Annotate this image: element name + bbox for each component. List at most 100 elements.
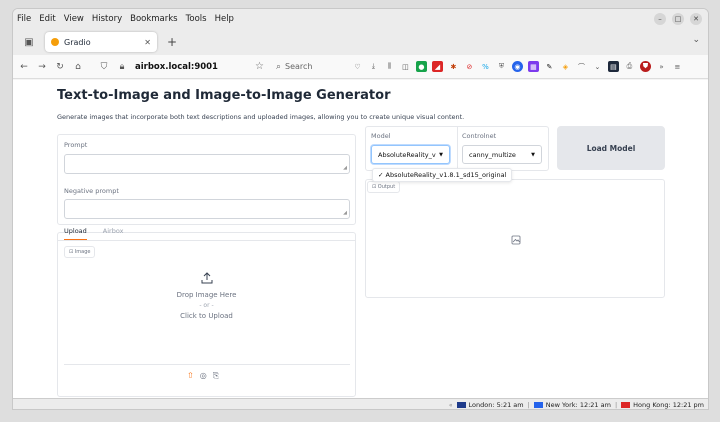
search-placeholder: Search xyxy=(285,62,313,71)
upload-action-icon[interactable]: ⇧ xyxy=(187,371,194,381)
prompts-panel: Prompt ◢ Negative prompt ◢ xyxy=(57,134,356,225)
clock-new-york: New York: 12:21 am xyxy=(533,401,611,409)
clipboard-icon[interactable]: ⎘ xyxy=(213,371,219,381)
tabs-divider xyxy=(57,240,356,241)
menu-edit[interactable]: Edit xyxy=(39,14,55,24)
model-selected-value: AbsoluteReality_v xyxy=(378,150,436,159)
extension-link-icon[interactable]: % xyxy=(480,61,491,72)
extension-owl-icon[interactable]: ◈ xyxy=(560,61,571,72)
load-model-button[interactable]: Load Model xyxy=(557,126,665,170)
resize-handle-icon[interactable]: ◢ xyxy=(343,165,347,171)
library-icon[interactable]: ⫼ xyxy=(384,61,395,72)
controlnet-selected-value: canny_multize xyxy=(469,150,516,159)
chevron-down-icon[interactable]: ⌄ xyxy=(592,61,603,72)
menu-bookmarks[interactable]: Bookmarks xyxy=(130,14,178,24)
minimize-icon[interactable]: – xyxy=(654,13,666,25)
page-title: Text-to-Image and Image-to-Image Generat… xyxy=(57,88,391,103)
back-icon[interactable]: ← xyxy=(17,62,31,72)
extension-globe-icon[interactable]: ◉ xyxy=(511,61,523,72)
drop-text: Drop Image Here xyxy=(176,291,237,299)
firefox-view-icon[interactable]: ▣ xyxy=(21,34,37,50)
clock-london: London: 5:21 am xyxy=(456,401,524,409)
or-text: - or - xyxy=(199,302,214,309)
prompt-textarea[interactable]: ◢ xyxy=(64,154,350,174)
extension-arc-icon[interactable]: ⌒ xyxy=(576,61,587,72)
url-text: airbox.local:9001 xyxy=(135,61,218,72)
extension-red-icon[interactable]: ◢ xyxy=(431,61,443,72)
statusbar-arrow-icon[interactable]: « xyxy=(449,402,453,409)
home-icon[interactable]: ⌂ xyxy=(71,62,85,72)
upload-footer-divider xyxy=(64,364,350,365)
image-chip: ⊡ Image xyxy=(64,246,96,258)
extension-green-icon[interactable]: ● xyxy=(415,61,427,72)
lock-icon[interactable]: 🔒︎ xyxy=(115,62,129,72)
url-bar[interactable]: ⛉ 🔒︎ airbox.local:9001 xyxy=(93,59,253,75)
image-dropzone[interactable]: Drop Image Here - or - Click to Upload xyxy=(57,271,356,363)
tab-title: Gradio xyxy=(64,37,91,47)
webcam-icon[interactable]: ◎ xyxy=(200,371,207,381)
ublock-icon[interactable]: ⛊ xyxy=(639,61,651,72)
maximize-icon[interactable]: □ xyxy=(672,13,684,25)
close-window-icon[interactable]: ✕ xyxy=(690,13,702,25)
list-tabs-icon[interactable]: ⌄ xyxy=(692,35,700,45)
extension-dark-icon[interactable]: ▤ xyxy=(607,61,619,72)
dropdown-caret-icon: ▼ xyxy=(439,151,443,158)
controlnet-select[interactable]: canny_multize ▼ xyxy=(462,145,542,164)
sidebar-icon[interactable]: ◫ xyxy=(400,61,411,72)
prompt-label: Prompt xyxy=(64,141,88,149)
reload-icon[interactable]: ↻ xyxy=(53,62,67,72)
upload-tabs: Upload Airbox xyxy=(64,227,123,241)
bookmark-star-icon[interactable]: ☆ xyxy=(255,61,264,72)
menu-file[interactable]: File xyxy=(17,14,31,24)
output-chip: ⊡ Output xyxy=(367,181,401,193)
window-controls: – □ ✕ xyxy=(654,13,702,25)
status-bar: « London: 5:21 am | New York: 12:21 am |… xyxy=(13,398,708,409)
model-dropdown-option[interactable]: ✓ AbsoluteReality_v1.8.1_sd15_original xyxy=(372,168,513,182)
model-divider xyxy=(457,126,458,171)
upload-icon xyxy=(201,272,212,284)
new-tab-icon[interactable]: + xyxy=(167,35,177,49)
tab-airbox[interactable]: Airbox xyxy=(103,227,124,241)
menubar: File Edit View History Bookmarks Tools H… xyxy=(13,9,708,29)
image-placeholder-icon xyxy=(511,235,521,245)
flag-hk-icon xyxy=(621,402,631,408)
browser-tab-gradio[interactable]: Gradio ✕ xyxy=(45,32,157,52)
controlnet-label: Controlnet xyxy=(462,132,497,140)
shield-icon[interactable]: ⛉ xyxy=(97,62,111,72)
forward-icon[interactable]: → xyxy=(35,62,49,72)
extension-brush-icon[interactable]: ✎ xyxy=(544,61,555,72)
extension-puzzle-icon[interactable]: ⎙ xyxy=(624,61,635,72)
page-description: Generate images that incorporate both te… xyxy=(57,113,465,121)
tab-strip: ▣ Gradio ✕ + ⌄ xyxy=(13,29,708,55)
close-tab-icon[interactable]: ✕ xyxy=(144,38,151,47)
clock-hong-kong: Hong Kong: 12:21 pm xyxy=(621,401,704,409)
upload-toolbar: ⇧ ◎ ⎘ xyxy=(187,371,219,381)
app-menu-icon[interactable]: ≡ xyxy=(672,61,683,72)
extension-grid-icon[interactable]: ▦ xyxy=(527,61,539,72)
search-input[interactable]: ⌕ Search xyxy=(276,59,344,75)
browser-window: File Edit View History Bookmarks Tools H… xyxy=(12,8,709,410)
pocket-icon[interactable]: ♡ xyxy=(352,61,363,72)
navigation-bar: ← → ↻ ⌂ ⛉ 🔒︎ airbox.local:9001 ☆ ⌕ Searc… xyxy=(13,55,708,79)
menu-view[interactable]: View xyxy=(64,14,84,24)
downloads-icon[interactable]: ⤓ xyxy=(368,61,379,72)
toolbar-extensions: ♡ ⤓ ⫼ ◫ ● ◢ ✱ ⊘ % ⛨ ◉ ▦ ✎ ◈ ⌒ ⌄ ▤ ⎙ ⛊ » … xyxy=(352,61,683,72)
flag-uk-icon xyxy=(456,402,466,408)
output-panel xyxy=(365,179,665,298)
negative-prompt-label: Negative prompt xyxy=(64,187,119,195)
menu-help[interactable]: Help xyxy=(215,14,234,24)
dropdown-caret-icon: ▼ xyxy=(531,151,535,158)
menu-history[interactable]: History xyxy=(92,14,122,24)
negative-prompt-textarea[interactable]: ◢ xyxy=(64,199,350,219)
search-icon: ⌕ xyxy=(275,61,282,72)
tab-upload[interactable]: Upload xyxy=(64,227,87,241)
model-select[interactable]: AbsoluteReality_v ▼ xyxy=(371,145,450,164)
extension-gear-icon[interactable]: ✱ xyxy=(448,61,459,72)
overflow-icon[interactable]: » xyxy=(656,61,667,72)
extension-shield-icon[interactable]: ⛨ xyxy=(496,61,507,72)
click-to-upload-text: Click to Upload xyxy=(180,312,233,320)
resize-handle-icon[interactable]: ◢ xyxy=(343,210,347,216)
menu-tools[interactable]: Tools xyxy=(186,14,207,24)
extension-block-icon[interactable]: ⊘ xyxy=(464,61,475,72)
gradio-favicon-icon xyxy=(51,38,59,46)
